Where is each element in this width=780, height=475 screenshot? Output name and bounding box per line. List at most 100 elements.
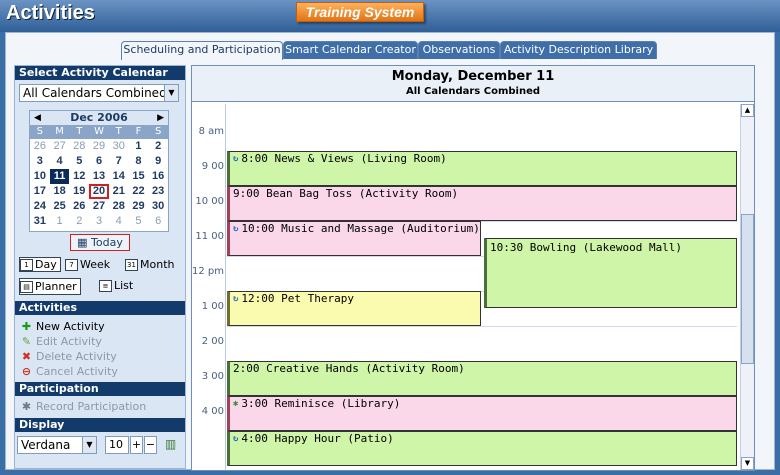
day-cell[interactable]: 14 [109,169,129,184]
event-pet-therapy[interactable]: ↻ 12:00 Pet Therapy [227,291,481,326]
view-week-button[interactable]: 7 Week [65,257,110,272]
day-cell[interactable]: 26 [30,139,50,154]
select-calendar-header: Select Activity Calendar [15,66,185,80]
day-cell[interactable]: 23 [148,184,168,199]
today-button[interactable]: ▦ Today [70,234,130,251]
week-row: 3456789 [30,154,168,169]
day-cell[interactable]: 3 [30,154,50,169]
day-cell[interactable]: 10 [30,169,50,184]
font-family-select[interactable]: Verdana ▼ [17,436,97,454]
font-size-field[interactable]: 10 [105,436,129,454]
day-cell[interactable]: 25 [50,199,70,214]
new-activity-label: New Activity [36,320,105,333]
day-cell[interactable]: 4 [109,214,129,229]
scroll-thumb[interactable] [741,214,754,364]
week-row: 10 11 12 13 14 15 16 [30,169,168,184]
tab-scheduling[interactable]: Scheduling and Participation [121,41,283,60]
day-cell[interactable]: 24 [30,199,50,214]
event-news-views[interactable]: ↻ 8:00 News & Views (Living Room) [227,151,737,186]
week-row: 24 25 26 27 28 29 30 [30,199,168,214]
day-cell[interactable]: 20 [89,184,109,199]
day-cell[interactable]: 30 [109,139,129,154]
time-label: 1 00 [201,301,224,312]
event-text: 2:00 Creative Hands (Activity Room) [233,362,465,375]
day-cell[interactable]: 28 [69,139,89,154]
day-cell[interactable]: 6 [89,154,109,169]
day-cell[interactable]: 11 [49,169,70,184]
edit-activity-label: Edit Activity [36,335,102,348]
day-cell[interactable]: 22 [129,184,149,199]
next-month-icon[interactable]: ▶ [157,111,164,125]
tab-activity-library[interactable]: Activity Description Library [500,41,657,59]
day-cell[interactable]: 9 [148,154,168,169]
day-cell[interactable]: 1 [129,139,149,154]
event-creative-hands[interactable]: 2:00 Creative Hands (Activity Room) [227,361,737,396]
scroll-down-icon[interactable]: ▼ [741,457,754,470]
day-cell[interactable]: 19 [69,184,89,199]
day-cell[interactable]: 21 [109,184,129,199]
event-happy-hour[interactable]: ↻ 4:00 Happy Hour (Patio) [227,431,737,466]
day-cell[interactable]: 27 [89,199,109,214]
delete-activity-label: Delete Activity [36,350,117,363]
new-activity-link[interactable]: ✚ New Activity [21,319,105,334]
weekday-label: S [154,126,162,137]
day-cell[interactable]: 29 [89,139,109,154]
delete-activity-link[interactable]: ✖ Delete Activity [21,349,117,364]
view-list-button[interactable]: ≡ List [99,278,133,293]
day-cell[interactable]: 12 [69,169,89,184]
event-bowling[interactable]: 10:30 Bowling (Lakewood Mall) [484,238,737,308]
record-participation-link[interactable]: ✱ Record Participation [21,399,146,414]
color-palette-icon[interactable]: ▥ [165,437,176,451]
hour-line [227,326,737,327]
day-cell[interactable]: 8 [129,154,149,169]
day-cell[interactable]: 4 [50,154,70,169]
day-cell[interactable]: 5 [129,214,149,229]
event-text: 10:30 Bowling (Lakewood Mall) [490,241,683,254]
time-label: 9 00 [201,161,224,172]
chevron-down-icon[interactable]: ▼ [82,437,96,453]
day-cell[interactable]: 28 [109,199,129,214]
day-cell[interactable]: 7 [109,154,129,169]
time-label: 10 00 [195,196,224,207]
event-music-massage[interactable]: ↻ 10:00 Music and Massage (Auditorium) [227,221,481,256]
list-icon: ≡ [99,279,112,292]
day-cell[interactable]: 5 [69,154,89,169]
view-planner-button[interactable]: ▤ Planner [19,278,81,295]
app-header: Activities Training System [0,0,780,32]
day-cell[interactable]: 1 [50,214,70,229]
event-reminisce[interactable]: ✱ 3:00 Reminisce (Library) [227,396,737,431]
participant-icon: ✱ [21,400,32,413]
day-cell[interactable]: 26 [69,199,89,214]
day-cell[interactable]: 13 [89,169,109,184]
day-cell[interactable]: 2 [148,139,168,154]
scroll-up-icon[interactable]: ▲ [741,104,754,117]
day-cell[interactable]: 27 [50,139,70,154]
day-cell[interactable]: 29 [129,199,149,214]
mini-calendar-month: Dec 2006 [70,111,128,124]
event-bean-bag-toss[interactable]: 9:00 Bean Bag Toss (Activity Room) [227,186,737,221]
prev-month-icon[interactable]: ◀ [34,111,41,125]
day-cell[interactable]: 31 [30,214,50,229]
event-text: 4:00 Happy Hour (Patio) [241,432,394,445]
day-cell[interactable]: 16 [148,169,168,184]
day-cell[interactable]: 3 [89,214,109,229]
tab-observations[interactable]: Observations [418,41,500,59]
day-cell[interactable]: 17 [30,184,50,199]
chevron-down-icon[interactable]: ▼ [164,85,178,101]
edit-activity-link[interactable]: ✎ Edit Activity [21,334,102,349]
today-label: Today [91,236,123,249]
view-day-button[interactable]: 1 Day [19,257,61,272]
day-cell[interactable]: 30 [148,199,168,214]
vertical-scrollbar[interactable]: ▲ ▼ [740,104,754,470]
font-size-increase-button[interactable]: + [130,436,143,454]
calendar-select[interactable]: All Calendars Combined ▼ [19,84,179,102]
font-size-decrease-button[interactable]: − [144,436,157,454]
day-cell[interactable]: 15 [129,169,149,184]
recurring-icon: ↻ [233,154,239,164]
cancel-activity-link[interactable]: ⊖ Cancel Activity [21,364,118,379]
day-cell[interactable]: 2 [69,214,89,229]
view-month-button[interactable]: 31 Month [125,257,174,272]
day-cell[interactable]: 18 [50,184,70,199]
day-cell[interactable]: 6 [148,214,168,229]
tab-smart-calendar[interactable]: Smart Calendar Creator [283,41,418,59]
